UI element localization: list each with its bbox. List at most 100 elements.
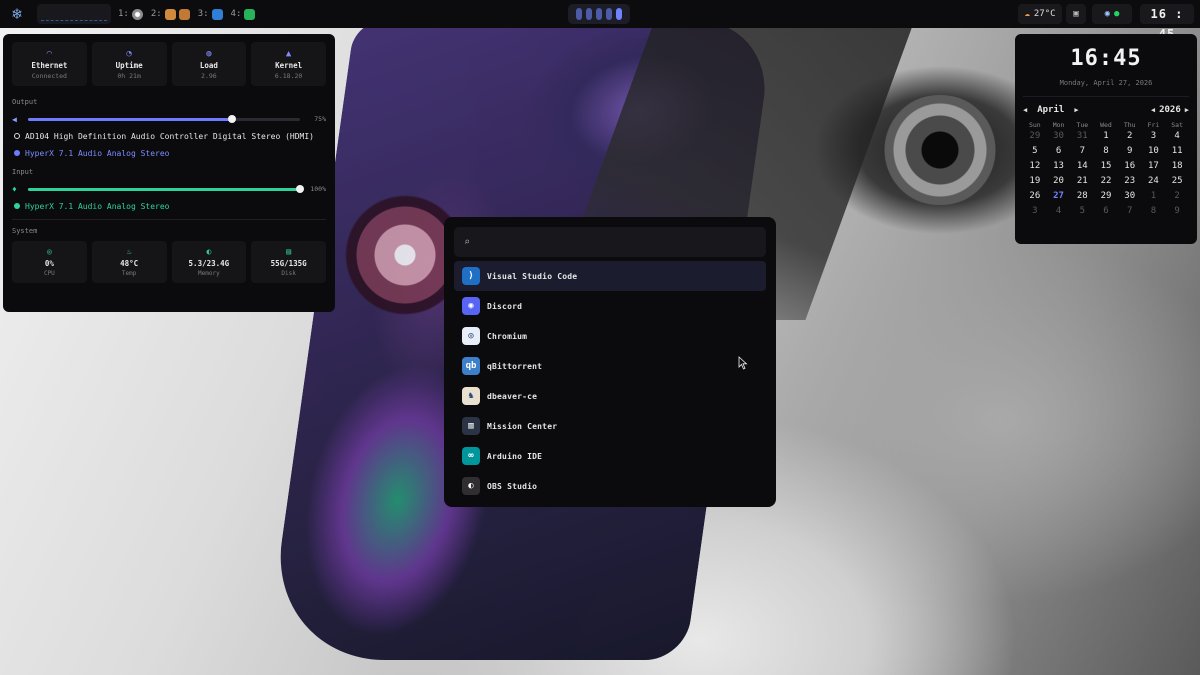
microphone-icon[interactable]: ♦ [12, 185, 24, 194]
workspace-indicator[interactable] [568, 4, 630, 24]
calendar-day[interactable]: 19 [1023, 174, 1047, 189]
calendar-day[interactable]: 13 [1047, 159, 1071, 174]
next-year-button[interactable]: ▶ [1185, 106, 1189, 114]
calendar-day[interactable]: 22 [1094, 174, 1118, 189]
radio-selected-icon [14, 203, 20, 209]
launcher-app-item[interactable]: ◐ OBS Studio [454, 471, 766, 501]
calendar-day[interactable]: 1 [1142, 189, 1166, 204]
clock-icon: ◔ [126, 48, 132, 59]
calendar-day[interactable]: 18 [1165, 159, 1189, 174]
calendar-day[interactable]: 25 [1165, 174, 1189, 189]
calendar-day[interactable]: 9 [1165, 204, 1189, 219]
speaker-icon[interactable]: ◀ [12, 115, 24, 124]
calendar-day[interactable]: 30 [1047, 129, 1071, 144]
temp-label: Temp [121, 270, 137, 277]
launcher-app-item[interactable]: ◎ Chromium [454, 321, 766, 351]
workspace-pill[interactable] [586, 8, 592, 20]
workspace-2[interactable]: 2: [151, 8, 190, 20]
workspace-3[interactable]: 3: [198, 8, 223, 20]
input-slider-track[interactable] [28, 185, 304, 193]
calendar-day[interactable]: 9 [1118, 144, 1142, 159]
clipboard-button[interactable]: ▣ [1066, 4, 1086, 24]
launcher-search-input[interactable] [478, 237, 729, 247]
calendar-day[interactable]: 4 [1165, 129, 1189, 144]
calendar-day[interactable]: 8 [1094, 144, 1118, 159]
calendar-day[interactable]: 28 [1070, 189, 1094, 204]
output-device-item-selected[interactable]: HyperX 7.1 Audio Analog Stereo [12, 148, 326, 158]
calendar-day[interactable]: 11 [1165, 144, 1189, 159]
chromium-icon[interactable]: ◉ [1105, 9, 1110, 19]
calendar-day[interactable]: 31 [1070, 129, 1094, 144]
launcher-app-item[interactable]: qb qBittorrent [454, 351, 766, 381]
calendar-week-row: 26 27 28 29 30 1 2 [1023, 189, 1189, 204]
calendar-day[interactable]: 29 [1094, 189, 1118, 204]
launcher-search-bar[interactable]: ⌕ [454, 227, 766, 257]
calendar-day[interactable]: 7 [1070, 144, 1094, 159]
calendar-day[interactable]: 24 [1142, 174, 1166, 189]
calendar-day[interactable]: 5 [1023, 144, 1047, 159]
launcher-app-item[interactable]: ◉ Discord [454, 291, 766, 321]
calendar-day[interactable]: 7 [1118, 204, 1142, 219]
launcher-app-item[interactable]: ▥ Mission Center [454, 411, 766, 441]
calendar-day[interactable]: 1 [1094, 129, 1118, 144]
input-slider-fill [28, 187, 300, 191]
kernel-label: Kernel [275, 60, 303, 70]
calendar-day[interactable]: 15 [1094, 159, 1118, 174]
control-panel: ◠ Ethernet Connected ◔ Uptime 0h 21m ◍ L… [3, 34, 335, 312]
calendar-day[interactable]: 16 [1118, 159, 1142, 174]
input-device-item-selected[interactable]: HyperX 7.1 Audio Analog Stereo [12, 201, 326, 211]
spotify-icon[interactable]: ● [1114, 9, 1119, 19]
input-slider-handle[interactable] [296, 185, 304, 193]
calendar-day[interactable]: 26 [1023, 189, 1047, 204]
workspace-pill[interactable] [576, 8, 582, 20]
calendar-day[interactable]: 6 [1094, 204, 1118, 219]
workspace-pill[interactable] [596, 8, 602, 20]
weather-widget[interactable]: ☁ 27°C [1018, 4, 1062, 24]
calendar-day[interactable]: 5 [1070, 204, 1094, 219]
top-bar: ❄ 1: 2: 3: 4: ☁ 27°C ▣ ◉ ● 16: [0, 0, 1200, 41]
calendar-day[interactable]: 20 [1047, 174, 1071, 189]
launcher-app-item[interactable]: ∞ Arduino IDE [454, 441, 766, 471]
calendar-day[interactable]: 3 [1142, 129, 1166, 144]
calendar-day[interactable]: 4 [1047, 204, 1071, 219]
calendar-day[interactable]: 10 [1142, 144, 1166, 159]
calendar-day[interactable]: 2 [1118, 129, 1142, 144]
ethernet-card[interactable]: ◠ Ethernet Connected [12, 42, 87, 86]
memory-value: 5.3/23.4G [188, 259, 230, 268]
prev-month-button[interactable]: ◀ [1023, 106, 1027, 114]
clipboard-icon: ▣ [1073, 9, 1079, 19]
output-device-item[interactable]: AD104 High Definition Audio Controller D… [12, 131, 326, 141]
workspace-pill-active[interactable] [616, 8, 622, 20]
output-volume-slider[interactable]: ◀ 75% [12, 114, 326, 124]
calendar-day[interactable]: 21 [1070, 174, 1094, 189]
qbittorrent-icon: qb [462, 357, 480, 375]
nixos-logo-icon[interactable]: ❄ [8, 5, 26, 23]
next-month-button[interactable]: ▶ [1074, 106, 1078, 114]
input-volume-slider[interactable]: ♦ 100% [12, 184, 326, 194]
kernel-card: ▲ Kernel 6.18.20 [251, 42, 326, 86]
calendar-day[interactable]: 12 [1023, 159, 1047, 174]
workspace-4[interactable]: 4: [231, 8, 256, 20]
calendar-day[interactable]: 29 [1023, 129, 1047, 144]
calendar-day[interactable]: 2 [1165, 189, 1189, 204]
launcher-app-item[interactable]: ⟩ Visual Studio Code [454, 261, 766, 291]
obs-icon: ◐ [462, 477, 480, 495]
workspace-1[interactable]: 1: [118, 8, 143, 20]
launcher-app-item[interactable]: ♞ dbeaver-ce [454, 381, 766, 411]
vscode-icon: ⟩ [462, 267, 480, 285]
output-slider-track[interactable] [28, 115, 300, 123]
wifi-icon: ◠ [46, 48, 53, 59]
calendar-day[interactable]: 14 [1070, 159, 1094, 174]
calendar-day[interactable]: 23 [1118, 174, 1142, 189]
calendar-day[interactable]: 3 [1023, 204, 1047, 219]
calendar-day[interactable]: 17 [1142, 159, 1166, 174]
bar-clock[interactable]: 16 : 45 [1140, 4, 1194, 41]
prev-year-button[interactable]: ◀ [1151, 106, 1155, 114]
bar-search-field[interactable] [37, 4, 111, 24]
calendar-day[interactable]: 6 [1047, 144, 1071, 159]
workspace-pill[interactable] [606, 8, 612, 20]
calendar-day[interactable]: 8 [1142, 204, 1166, 219]
calendar-day[interactable]: 30 [1118, 189, 1142, 204]
output-slider-handle[interactable] [228, 115, 236, 123]
calendar-day[interactable]: 27 [1047, 189, 1071, 204]
